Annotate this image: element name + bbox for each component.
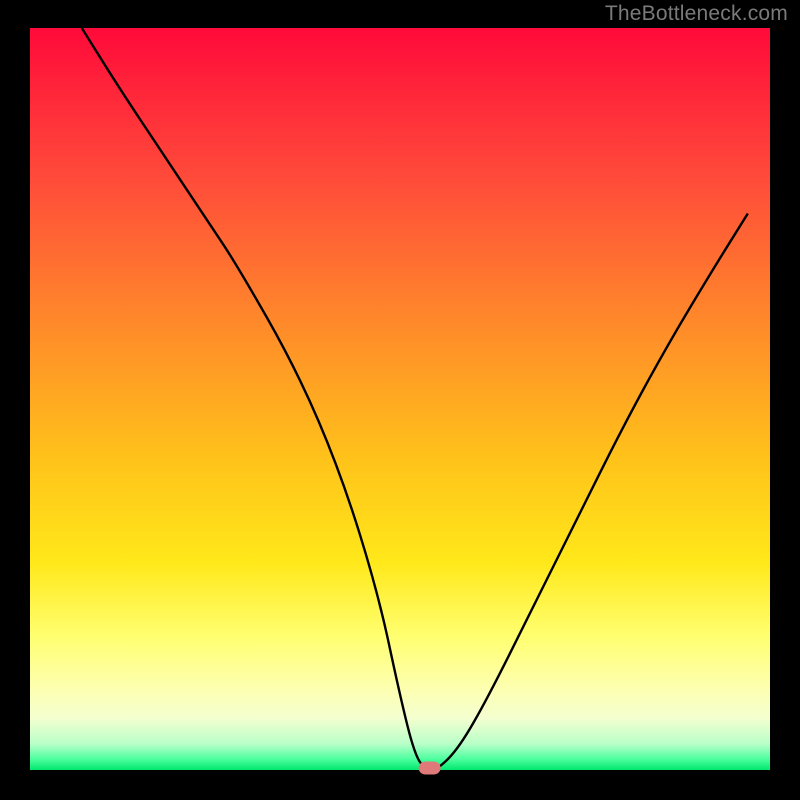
optimal-point-marker [419,762,441,775]
gradient-background [30,28,770,770]
watermark-text: TheBottleneck.com [605,2,788,26]
chart-stage: TheBottleneck.com [0,0,800,800]
bottleneck-chart [0,0,800,800]
